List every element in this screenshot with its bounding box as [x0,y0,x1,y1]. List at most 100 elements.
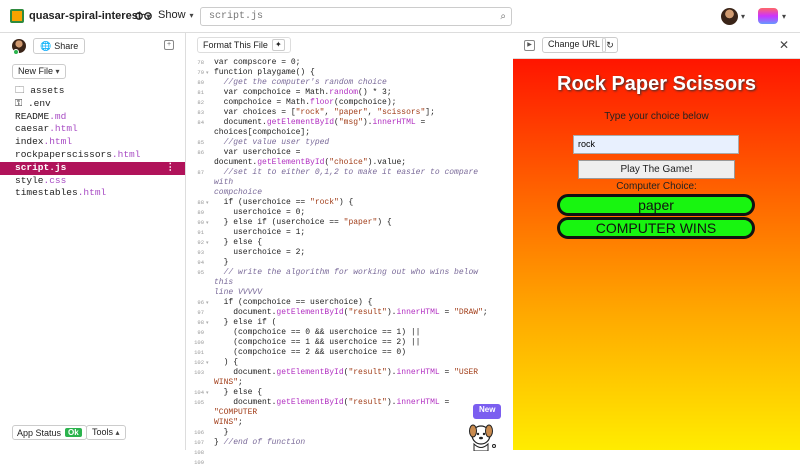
code-line[interactable]: 96 ▾ if (compchoice == userchoice) { [186,298,513,308]
play-game-button[interactable]: Play The Game! [578,160,735,179]
fold-icon[interactable]: ▾ [206,68,214,78]
search-value: script.js [209,11,264,22]
instruction-text: Type your choice below [604,111,709,122]
top-bar: quasar-spiral-interest ▾ Show ▾ script.j… [0,0,800,33]
file-item[interactable]: caesar.html [0,123,185,136]
code-line[interactable]: 92 ▾ } else { [186,238,513,248]
file-search-input[interactable]: script.js ⌕ [200,7,512,26]
code-text: //set it to either 0,1,2 to make it easi… [214,168,479,197]
code-line[interactable]: 100 (compchoice == 1 && userchoice == 2)… [186,338,513,348]
file-item[interactable]: style.css [0,175,185,188]
code-line[interactable]: 105 document.getElementById("result").in… [186,398,513,428]
code-text: document.getElementById("result").innerH… [214,398,455,427]
code-line[interactable]: 79 ▾ function playgame() { [186,68,513,78]
app-logo-icon[interactable] [758,8,778,24]
chevron-down-icon[interactable]: ▾ [782,12,786,21]
line-number: 89 [197,209,204,216]
choice-input[interactable]: rock [573,135,739,154]
fold-icon[interactable]: ▾ [206,388,214,398]
code-line[interactable]: 82 compchoice = Math.floor(compchoice); [186,98,513,108]
file-item[interactable]: 🗀 assets [0,85,185,98]
code-line[interactable]: 80 //get the computer's random choice [186,78,513,88]
file-name: timestables [15,187,78,199]
code-lines[interactable]: 78 var compscore = 0; 79 ▾ function playgame… [186,58,513,468]
code-line[interactable]: 87 //set it to either 0,1,2 to make it e… [186,168,513,198]
code-line[interactable]: 86 var userchoice = document.getElementB… [186,148,513,168]
file-item[interactable]: rockpaperscissors.html [0,149,185,162]
fold-icon[interactable]: ▾ [206,318,214,328]
code-text: if (compchoice == userchoice) { [223,298,373,307]
collapse-sidebar-icon[interactable]: + [164,40,174,50]
code-text: document.getElementById("result").innerH… [214,368,483,387]
fold-icon[interactable]: ▾ [206,218,214,228]
code-line[interactable]: 85 //get value user typed [186,138,513,148]
search-icon[interactable]: ⌕ [500,11,506,23]
mascot-dog-icon [469,424,496,451]
code-line[interactable]: 88 ▾ if (userchoice == "rock") { [186,198,513,208]
play-icon[interactable]: ▶ [524,40,535,51]
code-line[interactable]: 99 (compchoice == 0 && userchoice == 1) … [186,328,513,338]
code-line[interactable]: 102 ▾ ) { [186,358,513,368]
code-editor[interactable]: Format This File ✦ 78 var compscore = 0; 7… [186,33,513,466]
show-menu[interactable]: Show ▾ [134,9,194,21]
code-line[interactable]: 101 (compchoice == 2 && userchoice == 0) [186,348,513,358]
file-name: script.js [15,161,67,173]
close-icon[interactable]: ✕ [779,38,789,52]
code-line[interactable]: 94 } [186,258,513,268]
fold-icon[interactable]: ▾ [206,358,214,368]
refresh-icon[interactable]: ↻ [602,37,618,53]
code-line[interactable]: 91 userchoice = 1; [186,228,513,238]
app-status-button[interactable]: App Status Ok [12,425,87,440]
app-preview: Rock Paper Scissors Type your choice bel… [513,59,800,450]
file-extension: .html [77,187,107,199]
app-status-label: App Status [17,427,62,438]
file-item[interactable]: index.html [0,136,185,149]
tools-button[interactable]: Tools ▴ [86,425,126,440]
fold-icon [206,118,214,138]
code-line[interactable]: 104 ▾ } else { [186,388,513,398]
new-button[interactable]: New [473,404,502,419]
fold-icon[interactable]: ▾ [206,238,214,248]
code-line[interactable]: 97 document.getElementById("result").inn… [186,308,513,318]
code-line[interactable]: 90 ▾ } else if (userchoice == "paper") { [186,218,513,228]
chevron-down-icon[interactable]: ▾ [741,12,745,21]
line-number: 100 [194,339,204,346]
format-file-button[interactable]: Format This File ✦ [197,37,291,53]
line-number: 107 [194,439,204,446]
code-line[interactable]: 109 ​ [186,458,513,468]
code-text: } else if (userchoice == "paper") { [214,218,392,227]
code-line[interactable]: 81 var compchoice = Math.random() * 3; [186,88,513,98]
code-text: } //end of function [214,438,306,447]
file-item[interactable]: ⚿ .env [0,98,185,111]
code-text: var compchoice = Math.random() * 3; [223,88,392,97]
fold-icon[interactable]: ▾ [206,298,214,308]
project-menu[interactable]: quasar-spiral-interest ▾ [10,9,151,23]
file-item[interactable]: timestables.html [0,187,185,200]
new-file-button[interactable]: New File ▾ [12,64,66,79]
line-number: 94 [197,259,204,266]
fold-icon[interactable]: ▾ [206,198,214,208]
change-url-button[interactable]: Change URL [542,37,607,53]
code-line[interactable]: 95 // write the algorithm for working ou… [186,268,513,298]
fold-icon [206,248,214,258]
file-options-icon[interactable]: ⋮ [166,162,176,175]
code-line[interactable]: 84 document.getElementById("msg").innerH… [186,118,513,138]
file-item[interactable]: README.md [0,111,185,124]
fold-icon [206,168,214,198]
new-file-label: New File [18,66,54,76]
code-line[interactable]: 107 } //end of function [186,438,513,448]
format-label: Format This File [203,40,268,50]
line-number: 97 [197,309,204,316]
user-avatar[interactable] [721,8,738,25]
file-item[interactable]: script.js ⋮ [0,161,185,175]
code-line[interactable]: 93 userchoice = 2; [186,248,513,258]
code-line[interactable]: 103 document.getElementById("result").in… [186,368,513,388]
code-line[interactable]: 98 ▾ } else if ( [186,318,513,328]
folder-icon: 🗀 [15,85,31,96]
share-button[interactable]: 🌐 Share [33,38,86,54]
code-line[interactable]: 78 var compscore = 0; [186,58,513,68]
code-line[interactable]: 89 userchoice = 0; [186,208,513,218]
code-line[interactable]: 83 var choices = ["rock", "paper", "scis… [186,108,513,118]
code-line[interactable]: 106 } [186,428,513,438]
line-number: 90 [197,219,204,226]
